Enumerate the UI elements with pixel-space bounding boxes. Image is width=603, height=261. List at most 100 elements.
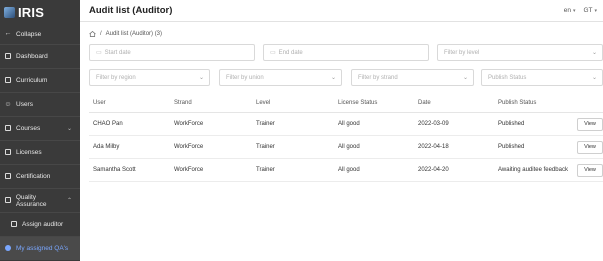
brand-name: IRIS <box>18 4 45 20</box>
sidebar-item-users[interactable]: ☺ Users <box>0 92 80 116</box>
chevron-down-icon: ⌄ <box>591 75 597 81</box>
view-button[interactable]: View <box>577 140 603 154</box>
sidebar-item-curriculum[interactable]: Curriculum <box>0 68 80 92</box>
publish-status-filter-select[interactable]: Publish Status ⌄ <box>481 69 603 86</box>
sidebar-item-assign-auditor[interactable]: Assign auditor <box>0 212 80 236</box>
language-select[interactable]: en ▾ <box>564 7 576 14</box>
sidebar-item-label: Certification <box>16 173 51 180</box>
region-filter-select[interactable]: Filter by region ⌄ <box>89 69 210 86</box>
cell-license-status: All good <box>334 158 414 182</box>
column-header-strand: Strand <box>170 95 252 113</box>
sidebar-collapse-button[interactable]: ← Collapse <box>0 24 80 44</box>
user-menu[interactable]: GT ▾ <box>583 7 597 14</box>
cell-license-status: All good <box>334 112 414 136</box>
sidebar: IRIS ← Collapse Dashboard Curriculum ☺ U… <box>0 0 80 261</box>
column-header-publish-status: Publish Status <box>494 95 603 113</box>
breadcrumb-current: Audit list (Auditor) (3) <box>105 31 163 37</box>
sidebar-item-label: Collapse <box>16 30 42 38</box>
sidebar-item-courses[interactable]: Courses ⌄ <box>0 116 80 140</box>
start-date-placeholder: Start date <box>104 49 131 56</box>
cell-strand: WorkForce <box>170 158 252 182</box>
header: Audit list (Auditor) en ▾ GT ▾ <box>80 0 603 22</box>
chevron-down-icon: ▾ <box>572 8 576 14</box>
publish-status-text: Published <box>498 143 525 150</box>
table-row: Samantha Scott WorkForce Trainer All goo… <box>89 158 603 182</box>
level-filter-select[interactable]: Filter by level ⌄ <box>437 44 603 61</box>
column-header-license-status: License Status <box>334 95 414 113</box>
cell-level: Trainer <box>252 112 334 136</box>
table-row: CHAO Pan WorkForce Trainer All good 2022… <box>89 112 603 136</box>
audit-table: User Strand Level License Status Date Pu… <box>89 95 603 182</box>
app-root: IRIS ← Collapse Dashboard Curriculum ☺ U… <box>0 0 603 261</box>
cell-user: Ada Milby <box>89 135 170 159</box>
sidebar-item-dashboard[interactable]: Dashboard <box>0 44 80 68</box>
chevron-down-icon: ⌄ <box>462 75 468 81</box>
cell-date: 2022-04-20 <box>414 158 494 182</box>
column-header-date: Date <box>414 95 494 113</box>
sidebar-item-quality-assurance[interactable]: Quality Assurance ⌃ <box>0 188 80 212</box>
region-filter-placeholder: Filter by region <box>96 74 136 81</box>
cell-strand: WorkForce <box>170 135 252 159</box>
publish-status-text: Published <box>498 120 525 127</box>
collapse-arrow-icon: ← <box>4 30 12 37</box>
language-value: en <box>563 7 571 14</box>
column-header-level: Level <box>252 95 334 113</box>
cell-publish-status: Awaiting auditee feedback View <box>494 158 603 182</box>
chevron-down-icon: ⌄ <box>591 50 597 56</box>
end-date-placeholder: End date <box>278 49 303 56</box>
certificate-icon <box>4 172 12 181</box>
qa-dot-icon <box>4 244 12 253</box>
cell-license-status: All good <box>334 135 414 159</box>
publish-status-filter-placeholder: Publish Status <box>488 74 527 81</box>
license-icon <box>4 148 12 157</box>
sidebar-item-label: Users <box>16 101 33 108</box>
union-filter-placeholder: Filter by union <box>226 74 264 81</box>
column-header-user: User <box>89 95 170 113</box>
cell-user: CHAO Pan <box>89 112 170 136</box>
assign-icon <box>10 220 18 229</box>
view-button[interactable]: View <box>577 117 603 131</box>
dashboard-icon <box>4 52 12 61</box>
sidebar-item-licenses[interactable]: Licenses <box>0 140 80 164</box>
chevron-down-icon: ⌄ <box>66 126 72 132</box>
sidebar-item-my-assigned-qas[interactable]: My assigned QA's <box>0 236 80 260</box>
cell-date: 2022-03-09 <box>414 112 494 136</box>
breadcrumb-separator: / <box>100 31 102 37</box>
cell-user: Samantha Scott <box>89 158 170 182</box>
strand-filter-select[interactable]: Filter by strand ⌄ <box>351 69 474 86</box>
courses-icon <box>4 124 12 133</box>
sidebar-item-label: Assign auditor <box>22 221 64 228</box>
book-icon <box>4 76 12 85</box>
chevron-down-icon: ⌄ <box>330 75 336 81</box>
header-actions: en ▾ GT ▾ <box>564 7 597 14</box>
chevron-up-icon: ⌃ <box>66 198 72 204</box>
user-initials: GT <box>583 7 593 14</box>
sidebar-item-label: Quality Assurance <box>15 193 47 208</box>
sidebar-item-certification[interactable]: Certification <box>0 164 80 188</box>
strand-filter-placeholder: Filter by strand <box>358 74 398 81</box>
cell-strand: WorkForce <box>170 112 252 136</box>
sidebar-item-label: Curriculum <box>16 77 48 84</box>
end-date-input[interactable]: ▭ End date <box>263 44 429 61</box>
calendar-icon: ▭ <box>96 50 102 56</box>
level-filter-placeholder: Filter by level <box>444 49 480 56</box>
sidebar-nav: ← Collapse Dashboard Curriculum ☺ Users … <box>0 24 80 260</box>
table-row: Ada Milby WorkForce Trainer All good 202… <box>89 135 603 159</box>
sidebar-item-label: Dashboard <box>16 53 48 60</box>
main-content: Audit list (Auditor) en ▾ GT ▾ / Audit lis… <box>80 0 603 261</box>
start-date-input[interactable]: ▭ Start date <box>89 44 255 61</box>
sidebar-item-label: My assigned QA's <box>16 245 69 252</box>
home-icon[interactable] <box>89 31 96 37</box>
publish-status-text: Awaiting auditee feedback <box>498 166 568 173</box>
view-button[interactable]: View <box>577 163 603 177</box>
chevron-down-icon: ▾ <box>594 8 597 14</box>
table-header-row: User Strand Level License Status Date Pu… <box>89 95 603 113</box>
breadcrumb: / Audit list (Auditor) (3) <box>89 31 162 37</box>
brand[interactable]: IRIS <box>0 0 80 24</box>
page-title: Audit list (Auditor) <box>89 5 173 16</box>
sidebar-item-label: Courses <box>16 125 41 132</box>
cell-publish-status: Published View <box>494 135 603 159</box>
cell-level: Trainer <box>252 158 334 182</box>
union-filter-select[interactable]: Filter by union ⌄ <box>219 69 342 86</box>
sidebar-item-label: Licenses <box>16 149 42 156</box>
